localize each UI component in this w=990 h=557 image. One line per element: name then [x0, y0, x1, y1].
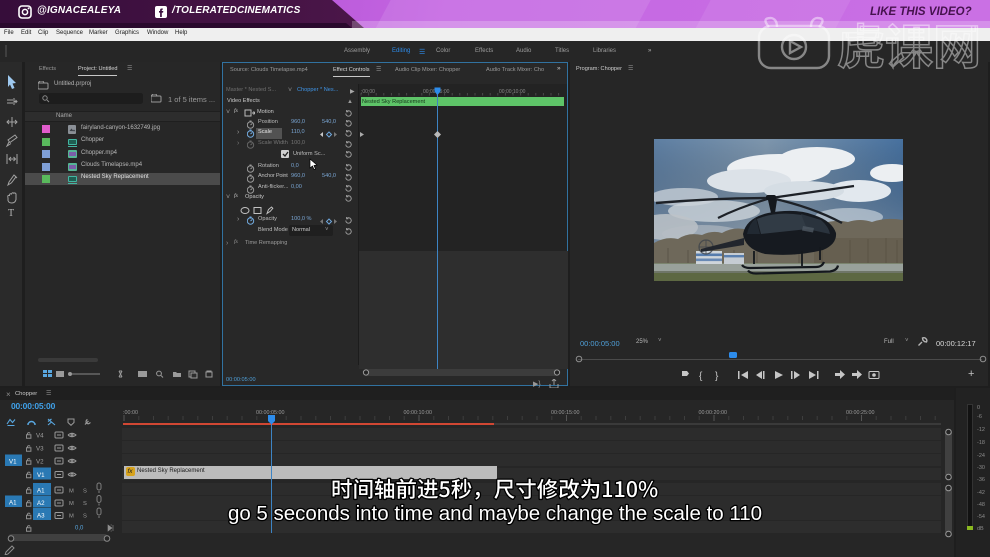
svg-text:0: 0 — [977, 405, 980, 411]
svg-text:T: T — [8, 208, 14, 219]
svg-text:00:00:20:00: 00:00:20:00 — [699, 410, 727, 416]
svg-text:V3: V3 — [36, 446, 44, 453]
svg-text:S: S — [83, 489, 87, 495]
svg-text:M: M — [69, 489, 74, 495]
svg-text:}: } — [715, 371, 719, 382]
svg-text:-18: -18 — [977, 440, 985, 446]
svg-text:-36: -36 — [977, 477, 985, 483]
svg-text:00:00:15:00: 00:00:15:00 — [551, 410, 579, 416]
svg-text:-6: -6 — [977, 414, 982, 420]
svg-text:V1: V1 — [9, 459, 17, 466]
svg-text:{: { — [699, 371, 703, 382]
svg-text:go 5 seconds into time and may: go 5 seconds into time and maybe change … — [228, 502, 762, 525]
svg-text:V2: V2 — [36, 459, 44, 466]
svg-text:00:00:25:00: 00:00:25:00 — [846, 410, 874, 416]
svg-text:V4: V4 — [36, 433, 44, 440]
svg-text:00:00:10:00: 00:00:10:00 — [404, 410, 432, 416]
svg-text:-42: -42 — [977, 490, 985, 496]
svg-text:V1: V1 — [37, 472, 45, 479]
svg-text::00:00: :00:00 — [123, 410, 138, 416]
svg-text:-30: -30 — [977, 465, 985, 471]
svg-text:A1: A1 — [37, 488, 45, 495]
svg-text:-12: -12 — [977, 427, 985, 433]
svg-text:-24: -24 — [977, 453, 985, 459]
